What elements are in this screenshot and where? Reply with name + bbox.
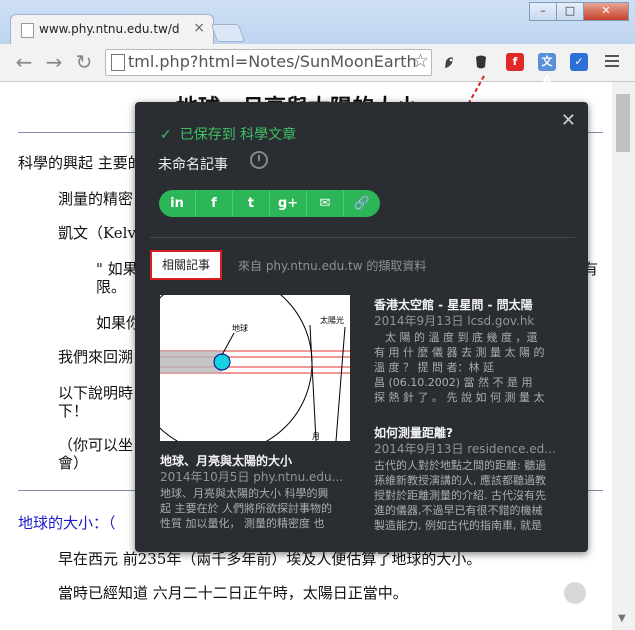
close-window-button[interactable]: ✕	[583, 2, 629, 21]
paragraph: 下！	[58, 402, 89, 420]
forward-icon[interactable]: →	[42, 50, 66, 74]
scroll-down-icon[interactable]: ▼	[618, 613, 626, 624]
note-title[interactable]: 未命名記事	[158, 154, 228, 174]
page-icon	[21, 23, 34, 38]
browser-toolbar: ← → ↻ tml.php?html=Notes/SunMoonEarth ☆ …	[0, 44, 635, 86]
twitter-share-button[interactable]: t	[233, 190, 270, 217]
related-note-title[interactable]: 香港太空館 - 星星問 - 問太陽	[374, 296, 533, 313]
reload-icon[interactable]: ↻	[72, 50, 96, 74]
web-clipper-popup: ✕ ✓ 已保存到 科學文章 未命名記事 in f t g+ ✉ 🔗 相關記事 來自…	[135, 102, 588, 552]
reminder-alarm-icon[interactable]	[250, 151, 268, 169]
browser-tab[interactable]: www.phy.ntnu.edu.tw/de ×	[10, 14, 214, 45]
menu-icon[interactable]	[605, 55, 619, 70]
paragraph: 當時已經知道 六月二十二日正午時，太陽日正當中。	[58, 584, 408, 602]
related-note-excerpt: 太 陽 的 溫 度 到 底 幾 度 ，還 有 用 什 麼 儀 器 去 測 量 太…	[374, 331, 545, 404]
back-icon[interactable]: ←	[12, 50, 36, 74]
paragraph: 科學的興起 主要的	[18, 154, 143, 172]
paragraph: 限。	[96, 278, 127, 296]
paragraph: 我們來回溯	[58, 348, 134, 366]
star-icon[interactable]: ☆	[412, 50, 429, 72]
related-note-meta: 2014年9月13日 lcsd.gov.hk	[374, 314, 535, 328]
google-plus-share-button[interactable]: g+	[270, 190, 307, 217]
evernote-logo-icon[interactable]	[564, 582, 586, 604]
close-icon[interactable]: ✕	[561, 110, 576, 131]
window-titlebar: www.phy.ntnu.edu.tw/de × – □ ✕	[0, 0, 635, 45]
section-title: 地球的大小：（	[18, 514, 116, 532]
scroll-thumb[interactable]	[616, 94, 630, 152]
paragraph: 測量的精密	[58, 190, 134, 208]
facebook-share-button[interactable]: f	[196, 190, 233, 217]
maximize-button[interactable]: □	[556, 2, 584, 21]
thumb-label: 月	[312, 432, 320, 441]
paragraph: 凱文（Kelv	[58, 224, 136, 242]
new-tab-button[interactable]	[210, 24, 246, 42]
window-controls: – □ ✕	[529, 2, 629, 21]
close-tab-icon[interactable]: ×	[193, 20, 205, 36]
evernote-clipper-icon[interactable]	[472, 53, 490, 71]
related-note-title[interactable]: 地球、月亮與太陽的大小	[160, 452, 292, 469]
evernote-elephant-icon[interactable]	[440, 53, 458, 71]
paragraph: 會）	[58, 454, 89, 472]
thumb-label: 太陽光	[320, 315, 344, 325]
page-icon	[111, 54, 125, 71]
thumb-label: 地球	[232, 323, 248, 333]
related-note-excerpt: 古代的人對於地點之間的距離: 聽過 孫維新教授演講的人, 應該都聽過教 授對於距…	[374, 459, 547, 532]
minimize-button[interactable]: –	[529, 2, 557, 21]
email-share-button[interactable]: ✉	[307, 190, 344, 217]
address-bar[interactable]: tml.php?html=Notes/SunMoonEarth ☆	[105, 49, 432, 76]
related-notes-label: 相關記事	[150, 250, 222, 280]
saved-status: ✓ 已保存到 科學文章	[160, 124, 296, 144]
link-share-button[interactable]: 🔗	[344, 190, 380, 217]
translate-icon[interactable]: 文A	[538, 53, 556, 86]
source-text: 來自 phy.ntnu.edu.tw 的擷取資料	[238, 259, 427, 273]
flipboard-icon[interactable]: f	[506, 53, 524, 71]
related-note-excerpt: 地球、月亮與太陽的大小 科學的興 起 主要在於 人們將所欲探討事物的 性質 加以…	[160, 487, 332, 530]
url-text[interactable]: tml.php?html=Notes/SunMoonEarth	[128, 52, 417, 71]
related-note-meta: 2014年9月13日 residence.ed...	[374, 442, 556, 456]
saved-text[interactable]: 已保存到 科學文章	[180, 127, 296, 143]
check-icon: ✓	[160, 127, 172, 143]
divider	[150, 237, 575, 238]
related-note-thumbnail[interactable]: 地球 太陽光 月	[160, 295, 350, 441]
linkedin-share-button[interactable]: in	[159, 190, 196, 217]
page-scrollbar[interactable]: ▼	[612, 82, 635, 630]
earth-sun-diagram: 地球 太陽光 月	[160, 295, 350, 441]
share-bar: in f t g+ ✉ 🔗	[159, 190, 380, 217]
tab-title: www.phy.ntnu.edu.tw/de	[39, 22, 179, 36]
related-note-title[interactable]: 如何測量距離?	[374, 424, 453, 441]
checkmark-icon[interactable]: ✓	[570, 53, 588, 71]
related-note-meta: 2014年10月5日 phy.ntnu.edu...	[160, 470, 344, 484]
